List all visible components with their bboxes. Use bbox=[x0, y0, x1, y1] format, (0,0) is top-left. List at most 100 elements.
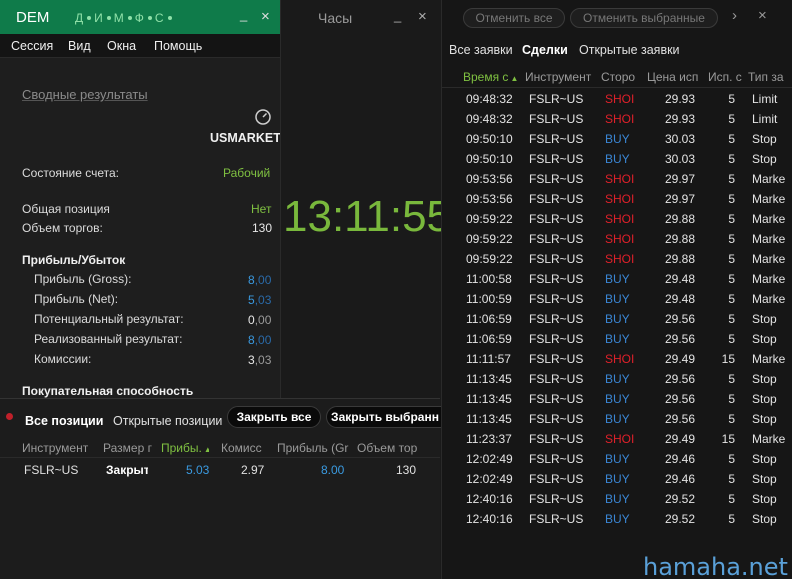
trade-side: BUY bbox=[605, 372, 630, 386]
close-selected-button[interactable]: Закрыть выбранн bbox=[326, 406, 444, 428]
col-instrument[interactable]: Инструмент bbox=[525, 70, 595, 84]
pnl-label: Реализованный результат: bbox=[34, 332, 183, 346]
menu-session[interactable]: Сессия bbox=[11, 39, 53, 53]
trade-instrument: FSLR~US bbox=[529, 492, 584, 506]
trade-time: 11:00:59 bbox=[466, 292, 512, 306]
col-order-type[interactable]: Тип за bbox=[748, 70, 788, 84]
tab-open-positions[interactable]: Открытые позиции bbox=[113, 414, 222, 428]
tab-all-orders[interactable]: Все заявки bbox=[449, 43, 513, 57]
close-icon[interactable]: × bbox=[758, 7, 767, 24]
pnl-label: Потенциальный результат: bbox=[34, 312, 184, 326]
trade-instrument: FSLR~US bbox=[529, 392, 584, 406]
table-row[interactable]: 09:50:10 FSLR~US BUY 30.03 5 Stop bbox=[441, 149, 792, 169]
table-row[interactable]: 11:00:59 FSLR~US BUY 29.48 5 Marke bbox=[441, 289, 792, 309]
table-row[interactable]: 09:59:22 FSLR~US SHOI 29.88 5 Marke bbox=[441, 209, 792, 229]
menu-help[interactable]: Помощь bbox=[154, 39, 202, 53]
cancel-selected-button[interactable]: Отменить выбранные bbox=[570, 8, 718, 28]
table-row[interactable]: 12:40:16 FSLR~US BUY 29.52 5 Stop bbox=[441, 489, 792, 509]
tab-letter[interactable]: Д bbox=[75, 11, 84, 25]
trade-time: 09:50:10 bbox=[466, 152, 513, 166]
trade-side: BUY bbox=[605, 392, 630, 406]
trade-type: Marke bbox=[752, 252, 786, 266]
table-row[interactable]: 09:53:56 FSLR~US SHOI 29.97 5 Marke bbox=[441, 169, 792, 189]
table-row[interactable]: 12:40:16 FSLR~US BUY 29.52 5 Stop bbox=[441, 509, 792, 529]
trade-instrument: FSLR~US bbox=[529, 112, 584, 126]
trade-time: 11:06:59 bbox=[466, 332, 512, 346]
col-instrument[interactable]: Инструмент bbox=[22, 441, 102, 455]
pnl-label: Прибыль (Net): bbox=[34, 292, 119, 306]
close-all-button[interactable]: Закрыть все bbox=[227, 406, 321, 428]
table-row[interactable]: 09:59:22 FSLR~US SHOI 29.88 5 Marke bbox=[441, 249, 792, 269]
close-icon[interactable]: × bbox=[418, 8, 427, 25]
trade-type: Stop bbox=[752, 492, 777, 506]
trade-time: 12:02:49 bbox=[466, 452, 513, 466]
col-size[interactable]: Размер г bbox=[103, 441, 155, 455]
col-commission[interactable]: Комисс bbox=[221, 441, 269, 455]
table-row[interactable]: 09:48:32 FSLR~US SHOI 29.93 5 Limit bbox=[441, 89, 792, 109]
account-state-label: Состояние счета: bbox=[22, 166, 119, 180]
more-icon[interactable]: › bbox=[732, 7, 737, 24]
tab-trades[interactable]: Сделки bbox=[522, 43, 568, 57]
trade-side: SHOI bbox=[605, 172, 635, 186]
table-row[interactable]: 11:06:59 FSLR~US BUY 29.56 5 Stop bbox=[441, 309, 792, 329]
tab-letter[interactable]: Ф bbox=[135, 11, 145, 25]
col-exec-price[interactable]: Цена исп bbox=[647, 70, 699, 84]
table-row[interactable]: FSLR~US Закрыт 5.03 2.97 8.00 130 bbox=[0, 460, 440, 480]
table-row[interactable]: 09:48:32 FSLR~US SHOI 29.93 5 Limit bbox=[441, 109, 792, 129]
minimize-icon[interactable]: _ bbox=[394, 8, 401, 23]
tab-letter[interactable]: С bbox=[155, 11, 165, 25]
trade-time: 11:00:58 bbox=[466, 272, 512, 286]
menu-view[interactable]: Вид bbox=[68, 39, 91, 53]
menu-windows[interactable]: Окна bbox=[107, 39, 136, 53]
cancel-all-button[interactable]: Отменить все bbox=[463, 8, 565, 28]
col-side[interactable]: Сторо bbox=[601, 70, 638, 84]
table-row[interactable]: 11:06:59 FSLR~US BUY 29.56 5 Stop bbox=[441, 329, 792, 349]
tab-open-orders[interactable]: Открытые заявки bbox=[579, 43, 680, 57]
table-row[interactable]: 11:11:57 FSLR~US SHOI 29.49 15 Marke bbox=[441, 349, 792, 369]
gauge-icon[interactable] bbox=[254, 108, 272, 129]
col-time[interactable]: Время с ▲ bbox=[463, 70, 521, 84]
table-row[interactable]: 11:13:45 FSLR~US BUY 29.56 5 Stop bbox=[441, 409, 792, 429]
tab-letter[interactable]: М bbox=[114, 11, 125, 25]
table-row[interactable]: 11:00:58 FSLR~US BUY 29.48 5 Marke bbox=[441, 269, 792, 289]
trade-type: Stop bbox=[752, 372, 777, 386]
pnl-header: Прибыль/Убыток bbox=[22, 253, 126, 267]
tab-all-positions[interactable]: Все позиции bbox=[25, 414, 103, 428]
table-row[interactable]: 11:13:45 FSLR~US BUY 29.56 5 Stop bbox=[441, 389, 792, 409]
trade-type: Marke bbox=[752, 272, 786, 286]
col-profit[interactable]: Прибы. ▲ bbox=[161, 441, 209, 455]
trade-time: 09:50:10 bbox=[466, 132, 513, 146]
col-gross-profit[interactable]: Прибыль (Gr bbox=[277, 441, 351, 455]
tab-letter[interactable]: И bbox=[94, 11, 104, 25]
trade-instrument: FSLR~US bbox=[529, 272, 584, 286]
col-volume[interactable]: Объем тор bbox=[357, 441, 421, 455]
col-exec-qty[interactable]: Исп. с bbox=[708, 70, 744, 84]
table-row[interactable]: 12:02:49 FSLR~US BUY 29.46 5 Stop bbox=[441, 469, 792, 489]
pnl-value: 0,00 bbox=[248, 313, 272, 327]
trade-side: BUY bbox=[605, 452, 630, 466]
trade-side: BUY bbox=[605, 492, 630, 506]
table-row[interactable]: 09:50:10 FSLR~US BUY 30.03 5 Stop bbox=[441, 129, 792, 149]
window-tabs[interactable]: ДИМФС bbox=[75, 11, 175, 25]
trade-price: 30.03 bbox=[665, 132, 696, 146]
trade-time: 12:40:16 bbox=[466, 492, 513, 506]
table-row[interactable]: 09:59:22 FSLR~US SHOI 29.88 5 Marke bbox=[441, 229, 792, 249]
trade-price: 29.88 bbox=[665, 252, 696, 266]
trade-type: Marke bbox=[752, 352, 786, 366]
trade-type: Stop bbox=[752, 132, 777, 146]
table-row[interactable]: 12:02:49 FSLR~US BUY 29.46 5 Stop bbox=[441, 449, 792, 469]
pnl-value: 8,00 bbox=[248, 273, 272, 287]
summary-link[interactable]: Сводные результаты bbox=[22, 87, 148, 102]
table-row[interactable]: 09:53:56 FSLR~US SHOI 29.97 5 Marke bbox=[441, 189, 792, 209]
trade-time: 09:48:32 bbox=[466, 112, 513, 126]
trade-type: Stop bbox=[752, 152, 777, 166]
trade-instrument: FSLR~US bbox=[529, 252, 584, 266]
trade-time: 11:13:45 bbox=[466, 392, 512, 406]
trade-price: 29.56 bbox=[665, 372, 696, 386]
table-row[interactable]: 11:23:37 FSLR~US SHOI 29.49 15 Marke bbox=[441, 429, 792, 449]
minimize-icon[interactable]: _ bbox=[240, 7, 247, 22]
record-icon[interactable] bbox=[6, 413, 13, 420]
trade-time: 09:59:22 bbox=[466, 232, 513, 246]
close-icon[interactable]: × bbox=[261, 8, 270, 25]
table-row[interactable]: 11:13:45 FSLR~US BUY 29.56 5 Stop bbox=[441, 369, 792, 389]
